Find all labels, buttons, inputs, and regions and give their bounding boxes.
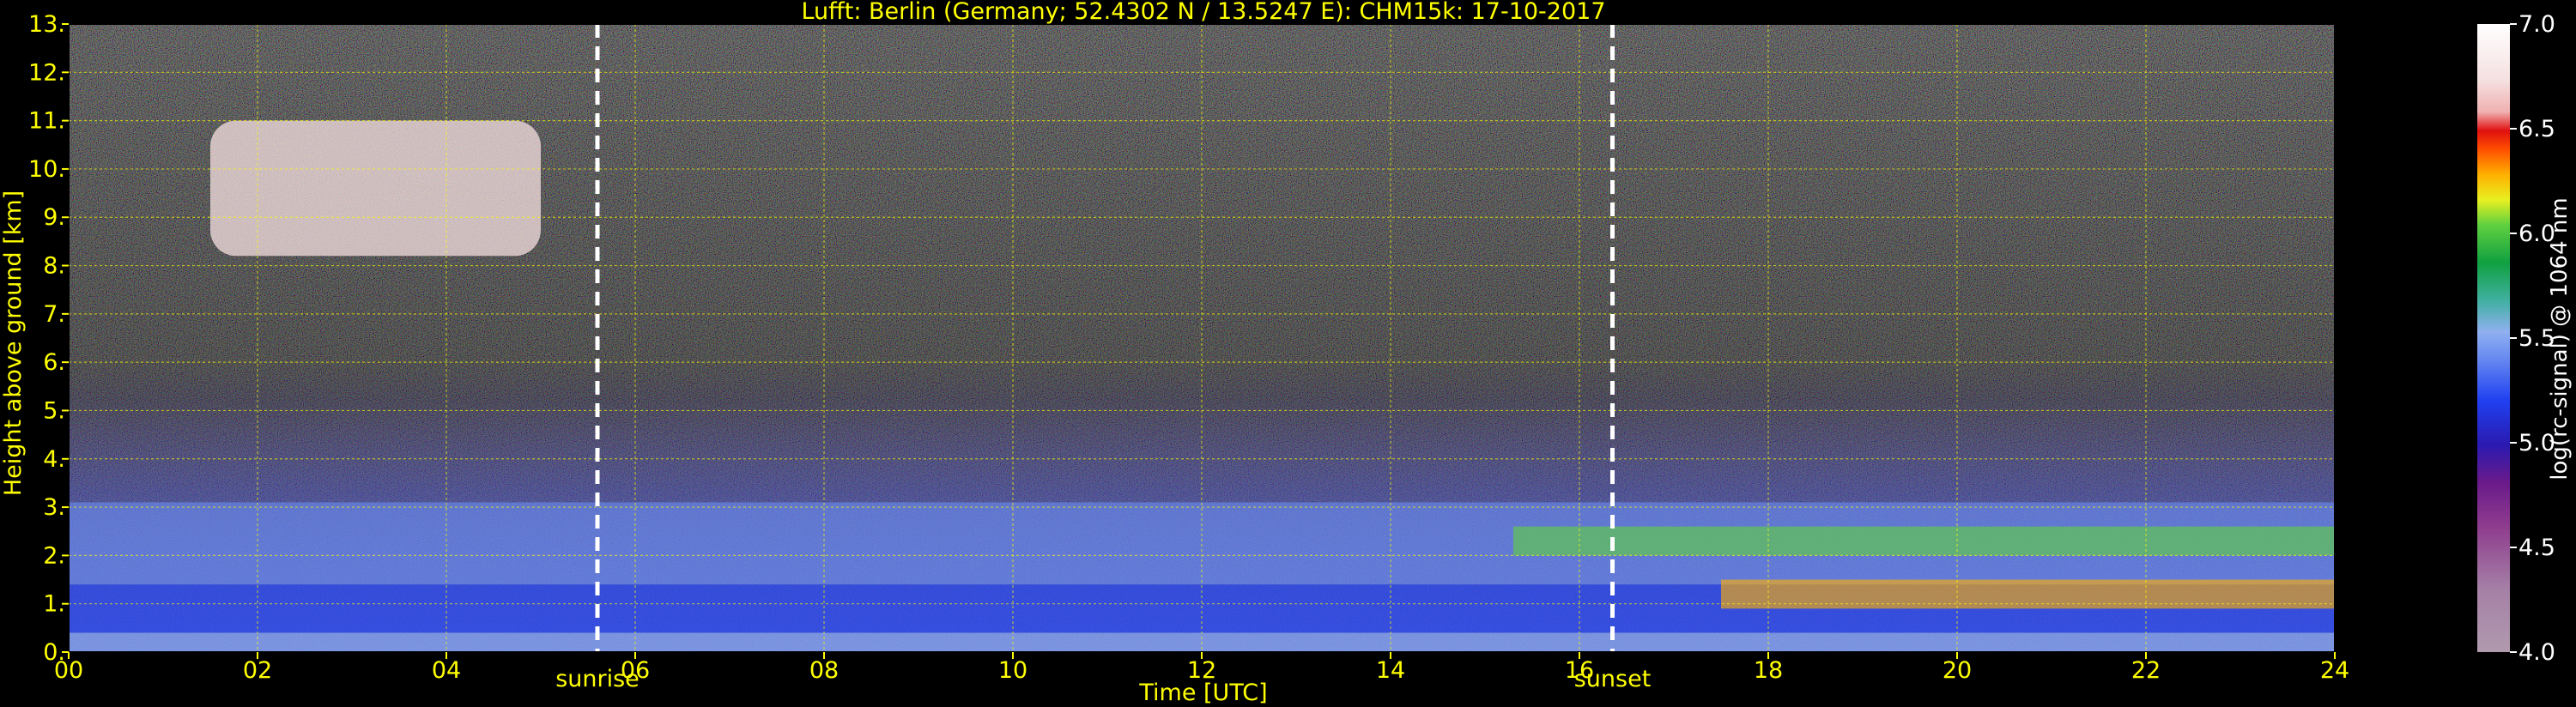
- y-tick-label: 13.: [28, 11, 65, 38]
- y-tick-label: 12.: [28, 59, 65, 86]
- colorbar-tick-label: 7.0: [2518, 11, 2555, 38]
- x-tick-label: 20: [1943, 657, 1972, 684]
- colorbar-scale: [2477, 24, 2510, 652]
- y-tick-label: 1.: [43, 591, 65, 618]
- x-tick-label: 08: [809, 657, 839, 684]
- signal-layer: [210, 120, 541, 257]
- x-tick-label: 24: [2320, 657, 2349, 684]
- colorbar-label: log(rc-signal) @ 1064 nm: [2547, 197, 2573, 480]
- x-tick-label: 14: [1376, 657, 1405, 684]
- colorbar: 4.04.55.05.56.06.57.0: [2477, 11, 2555, 666]
- x-tick-label: 10: [998, 657, 1027, 684]
- y-tick-label: 7.: [43, 301, 65, 328]
- y-tick-label: 11.: [28, 108, 65, 135]
- y-tick-label: 4.: [43, 446, 65, 473]
- x-tick-label: 16: [1565, 657, 1594, 684]
- x-tick-label: 02: [243, 657, 272, 684]
- x-tick-label: 04: [432, 657, 461, 684]
- y-tick-label: 6.: [43, 349, 65, 376]
- lidar-chart: sunrise sunset 00 02 04 06 08 10 12 14 16 18 20 22 24…: [0, 0, 2573, 706]
- colorbar-tick-label: 4.0: [2518, 639, 2555, 666]
- y-tick-label: 3.: [43, 494, 65, 521]
- y-axis-label: Height above ground [km]: [0, 190, 27, 496]
- colorbar-tick-label: 4.5: [2518, 535, 2555, 561]
- y-tick-label: 9.: [43, 204, 65, 231]
- y-tick-label: 0.: [43, 639, 65, 666]
- chart-title: Lufft: Berlin (Germany; 52.4302 N / 13.5…: [801, 0, 1605, 25]
- y-tick-label: 5.: [43, 397, 65, 424]
- x-tick-label: 22: [2131, 657, 2161, 684]
- x-tick-label: 18: [1754, 657, 1783, 684]
- x-axis-label: Time [UTC]: [1138, 680, 1267, 706]
- x-tick-label: 06: [621, 657, 650, 684]
- y-tick-label: 2.: [43, 542, 65, 569]
- y-tick-label: 8.: [43, 253, 65, 280]
- signal-layer: [1513, 526, 2335, 556]
- y-tick-label: 10.: [28, 156, 65, 183]
- colorbar-tick-label: 6.5: [2518, 116, 2555, 142]
